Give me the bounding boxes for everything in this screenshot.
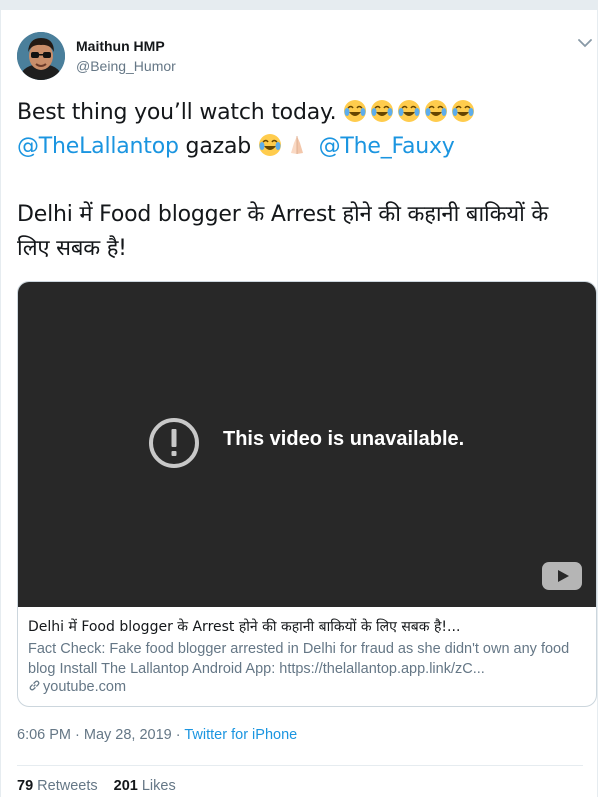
tweet-line-3: Delhi में Food blogger के Arrest होने की… [17, 202, 549, 261]
emoji-group [343, 100, 478, 125]
card-domain: youtube.com [28, 679, 126, 695]
tweet-card: Maithun HMP @Being_Humor Best thing you’… [0, 10, 598, 797]
tweet-line-2: @TheLallantop gazab @The_Fauxy [17, 130, 583, 164]
tweet-line2-text: gazab [178, 134, 258, 159]
divider [17, 765, 583, 766]
timestamp[interactable]: 6:06 PM · May 28, 2019 · [17, 727, 184, 743]
tweet-line-1: Best thing you’ll watch today. [17, 96, 583, 130]
video-unavailable-message: This video is unavailable. [223, 428, 465, 450]
tweet-line1-text: Best thing you’ll watch today. [17, 100, 337, 125]
retweets-stat[interactable]: 79 Retweets [17, 778, 98, 794]
source-link[interactable]: Twitter for iPhone [184, 727, 297, 743]
mention-link-fauxy[interactable]: @The_Fauxy [319, 134, 455, 159]
face-with-tears-of-joy-icon [425, 100, 448, 122]
likes-count: 201 [113, 778, 138, 794]
tweet-stats: 79 Retweets 201 Likes [17, 778, 176, 794]
card-title[interactable]: Delhi में Food blogger के Arrest होने की… [28, 617, 588, 636]
face-with-tears-of-joy-icon [258, 134, 281, 156]
card-description: Fact Check: Fake food blogger arrested i… [28, 641, 570, 677]
likes-stat[interactable]: 201 Likes [114, 778, 176, 794]
face-with-tears-of-joy-icon [452, 100, 475, 122]
exclamation-circle-icon [149, 418, 199, 468]
link-icon [29, 680, 40, 691]
retweets-count: 79 [17, 778, 34, 794]
face-with-tears-of-joy-icon [344, 100, 367, 122]
video-player[interactable]: This video is unavailable. [18, 282, 596, 607]
likes-label: Likes [137, 778, 176, 794]
mention-link-lallantop[interactable]: @TheLallantop [17, 134, 179, 159]
folded-hands-icon [290, 136, 303, 154]
author-handle[interactable]: @Being_Humor [76, 58, 176, 74]
tweet-metadata: 6:06 PM · May 28, 2019 · Twitter for iPh… [17, 727, 297, 743]
face-with-tears-of-joy-icon [371, 100, 394, 122]
card-domain-text: youtube.com [43, 679, 127, 695]
avatar[interactable] [17, 32, 65, 80]
author-name[interactable]: Maithun HMP [76, 38, 165, 54]
tweet-text: Best thing you’ll watch today. @TheLalla… [17, 96, 583, 266]
video-link-card[interactable]: This video is unavailable. Delhi में Foo… [17, 281, 597, 707]
youtube-icon[interactable] [542, 562, 582, 590]
chevron-down-icon[interactable] [578, 38, 592, 48]
face-with-tears-of-joy-icon [398, 100, 421, 122]
retweets-label: Retweets [33, 778, 98, 794]
